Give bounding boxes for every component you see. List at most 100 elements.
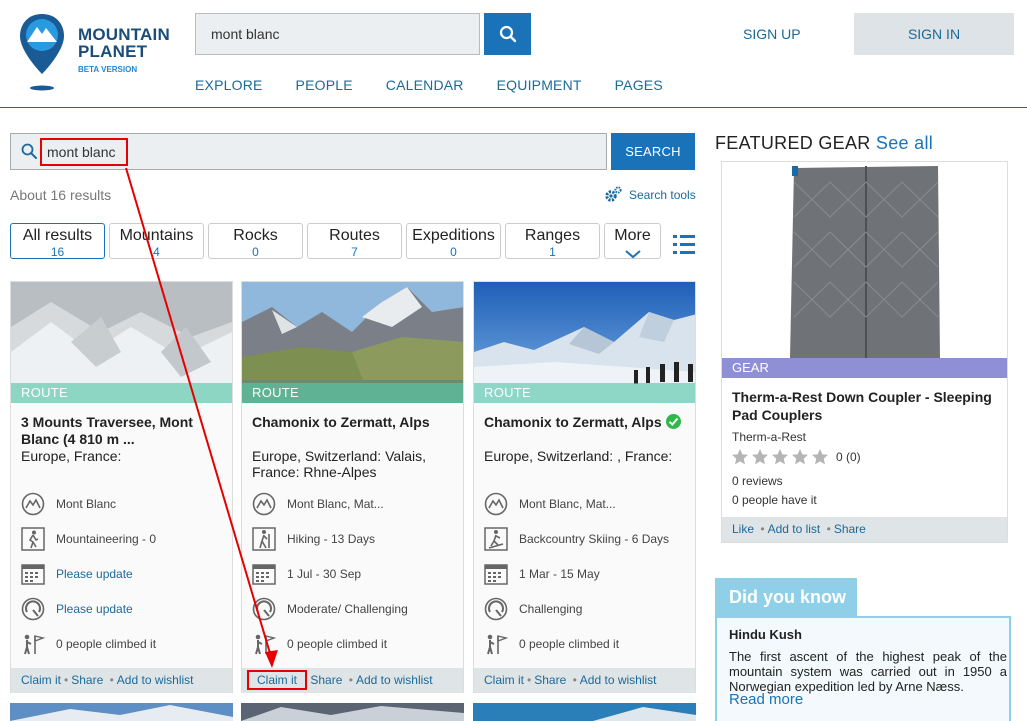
search-input[interactable]: mont blanc (10, 133, 607, 170)
add-to-wishlist-link[interactable]: Add to wishlist (117, 673, 194, 687)
mountain-icon (484, 492, 508, 516)
tab-label: Ranges (524, 227, 581, 244)
search-tools-link[interactable]: Search tools (603, 185, 696, 205)
card-footer: Claim it • Share • Add to wishlist (474, 668, 695, 693)
search-tools-label: Search tools (629, 188, 696, 202)
photo-thumbnail (10, 703, 233, 721)
results-count: About 16 results (10, 187, 112, 203)
fact-text: The first ascent of the highest peak of … (729, 649, 1007, 694)
featured-gear-heading: FEATURED GEAR See all (715, 133, 933, 154)
skier-icon (484, 527, 508, 551)
difficulty-text[interactable]: Please update (56, 602, 133, 616)
tab-mountains[interactable]: Mountains 4 (109, 223, 204, 259)
search-query-text[interactable]: mont blanc (40, 138, 128, 166)
climbed-row: 0 people climbed it (20, 631, 156, 657)
tab-routes[interactable]: Routes 7 (307, 223, 402, 259)
gear-title[interactable]: Therm-a-Rest Down Coupler - Sleeping Pad… (732, 388, 992, 424)
gear-photo[interactable] (722, 162, 1007, 358)
add-to-wishlist-link[interactable]: Add to wishlist (356, 673, 433, 687)
dates-row: Please update (20, 561, 133, 587)
claim-it-link[interactable]: Claim it (484, 673, 524, 687)
logo-beta: BETA VERSION (78, 65, 138, 74)
card-title[interactable]: 3 Mounts Traversee, Mont Blanc (4 810 m … (21, 414, 226, 448)
did-you-know-panel: Hindu Kush The first ascent of the highe… (715, 616, 1011, 721)
next-card-peek[interactable] (473, 703, 696, 721)
add-to-list-link[interactable]: Add to list (768, 522, 821, 536)
climbed-count: 0 people climbed it (287, 637, 388, 651)
photo-thumbnail (241, 703, 464, 721)
route-badge: ROUTE (474, 383, 695, 403)
add-to-wishlist-link[interactable]: Add to wishlist (580, 673, 657, 687)
gear-have-it: 0 people have it (732, 493, 817, 507)
gear-badge: GEAR (722, 358, 1007, 378)
share-link[interactable]: Share (534, 673, 566, 687)
result-card[interactable]: ROUTE Chamonix to Zermatt, Alps Europe, … (473, 281, 696, 693)
sign-up-link[interactable]: SIGN UP (743, 26, 801, 42)
gear-brand: Therm-a-Rest (732, 430, 807, 444)
like-link[interactable]: Like (732, 522, 754, 536)
list-view-icon (673, 235, 695, 254)
see-all-link[interactable]: See all (876, 133, 933, 153)
logo-line-1: MOUNTAIN (78, 25, 170, 44)
tab-label: Rocks (233, 227, 278, 244)
search-button[interactable]: SEARCH (611, 133, 695, 170)
share-link[interactable]: Share (834, 522, 866, 536)
header-search-input[interactable]: mont blanc (195, 13, 480, 55)
share-link[interactable]: Share (71, 673, 103, 687)
nav-explore[interactable]: EXPLORE (195, 77, 263, 93)
dates-text[interactable]: Please update (56, 567, 133, 581)
nav-equipment[interactable]: EQUIPMENT (497, 77, 582, 93)
activity-text: Backcountry Skiing - 6 Days (519, 532, 670, 546)
search-icon (499, 25, 516, 43)
difficulty-text: Challenging (519, 602, 583, 616)
logo[interactable]: MOUNTAIN PLANET BETA VERSION (18, 12, 178, 92)
nav-calendar[interactable]: CALENDAR (386, 77, 464, 93)
header-search-button[interactable] (484, 13, 531, 55)
card-title[interactable]: Chamonix to Zermatt, Alps (252, 414, 457, 431)
activity-text: Hiking - 13 Days (287, 532, 376, 546)
tab-rocks[interactable]: Rocks 0 (208, 223, 303, 259)
read-more-link[interactable]: Read more (729, 691, 803, 708)
gear-card[interactable]: GEAR Therm-a-Rest Down Coupler - Sleepin… (721, 161, 1008, 543)
tab-label: More (614, 227, 651, 244)
tab-count: 7 (351, 245, 358, 259)
activity-row: Hiking - 13 Days (251, 526, 375, 552)
difficulty-row: Challenging (483, 596, 582, 622)
share-link[interactable]: Share (310, 673, 342, 687)
claim-it-link[interactable]: Claim it (21, 673, 61, 687)
summit-flag-icon (24, 634, 45, 655)
calendar-icon (484, 564, 508, 585)
dates-text: 1 Jul - 30 Sep (287, 567, 362, 581)
tab-expeditions[interactable]: Expeditions 0 (406, 223, 501, 259)
difficulty-gauge-icon (252, 597, 276, 621)
dates-row: 1 Mar - 15 May (483, 561, 600, 587)
card-location: Europe, Switzerland: Valais, France: Rhn… (252, 448, 427, 480)
activity-text: Mountaineering - 0 (56, 532, 157, 546)
nav-people[interactable]: PEOPLE (296, 77, 353, 93)
card-location: Europe, France: (21, 448, 122, 464)
next-card-peek[interactable] (10, 703, 233, 721)
sign-in-button[interactable]: SIGN IN (854, 13, 1014, 55)
route-badge: ROUTE (11, 383, 232, 403)
gear-footer: Like • Add to list • Share (722, 517, 1007, 542)
tab-ranges[interactable]: Ranges 1 (505, 223, 600, 259)
difficulty-gauge-icon (21, 597, 45, 621)
site-header: MOUNTAIN PLANET BETA VERSION mont blanc … (0, 0, 1027, 108)
mountain-row: Mont Blanc, Mat... (483, 491, 616, 517)
next-card-peek[interactable] (241, 703, 464, 721)
card-title[interactable]: Chamonix to Zermatt, Alps (484, 414, 689, 431)
search-icon (21, 143, 37, 159)
tab-all-results[interactable]: All results 16 (10, 223, 105, 259)
tab-count: 0 (450, 245, 457, 259)
mountain-row: Mont Blanc, Mat... (251, 491, 384, 517)
list-view-toggle[interactable] (673, 234, 695, 261)
claim-it-link[interactable]: Claim it (247, 670, 308, 690)
gear-rating-value: 0 (0) (836, 450, 861, 464)
calendar-icon (21, 564, 45, 585)
gear-reviews: 0 reviews (732, 474, 783, 488)
tab-more[interactable]: More (604, 223, 661, 259)
result-card[interactable]: ROUTE 3 Mounts Traversee, Mont Blanc (4 … (10, 281, 233, 693)
nav-pages[interactable]: PAGES (615, 77, 663, 93)
result-card[interactable]: ROUTE Chamonix to Zermatt, Alps Europe, … (241, 281, 464, 693)
gear-rating[interactable]: 0 (0) (732, 449, 861, 465)
